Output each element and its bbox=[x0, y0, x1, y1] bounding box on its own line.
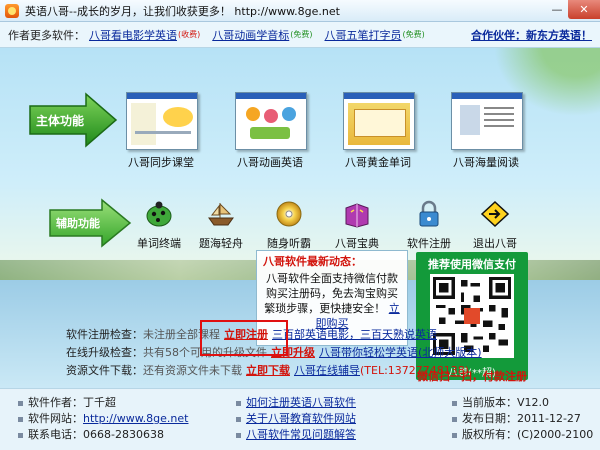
movie-promo-link[interactable]: 三百部英语电影，三百天熟说英语 bbox=[272, 328, 437, 341]
phone-number: 0668-2830638 bbox=[83, 428, 164, 441]
tool-label: 软件注册 bbox=[407, 237, 451, 250]
author-label: 软件作者： bbox=[28, 396, 83, 409]
boat-icon bbox=[208, 203, 234, 226]
thumb-sync-class[interactable] bbox=[126, 92, 198, 150]
faq-link[interactable]: 八哥软件常见问题解答 bbox=[246, 428, 356, 441]
wechat-scan-text: 微信扫一扫，付款注册 bbox=[417, 370, 527, 383]
main-panel: 主体功能 八哥同步课堂 八哥动画英语 八哥黄金单词 八哥海量阅读 辅助功能 单词… bbox=[0, 48, 600, 388]
date-label: 发布日期： bbox=[462, 412, 517, 425]
tool-label: 退出八哥 bbox=[473, 237, 517, 250]
bnu-edition-link[interactable]: 八哥带你轻松学英语(北师大版本) bbox=[319, 346, 482, 359]
footer: 软件作者：丁千超 软件网站：http://www.8ge.net 联系电话：06… bbox=[0, 388, 600, 450]
resource-check-label: 资源文件下载： bbox=[66, 364, 143, 377]
tool-walkman[interactable]: 随身听霸 bbox=[254, 200, 324, 251]
register-check-label: 软件注册检查： bbox=[66, 328, 143, 341]
footer-contact: 软件作者：丁千超 软件网站：http://www.8ge.net 联系电话：06… bbox=[18, 395, 188, 443]
window-title: 英语八哥--成长的岁月，让我们收获更多！ http://www.8ge.net bbox=[25, 4, 340, 18]
download-now-link[interactable]: 立即下载 bbox=[246, 364, 290, 377]
thumb-golden-words[interactable] bbox=[343, 92, 415, 150]
date-value: 2011-12-27 bbox=[517, 412, 581, 425]
thumb-mass-reading[interactable] bbox=[451, 92, 523, 150]
exit-icon bbox=[480, 200, 510, 228]
tool-label: 题海轻舟 bbox=[199, 237, 243, 250]
label-mass-reading[interactable]: 八哥海量阅读 bbox=[431, 154, 541, 170]
partner-link[interactable]: 合作伙伴：新东方英语！ bbox=[471, 27, 592, 43]
tool-label: 单词终端 bbox=[137, 237, 181, 250]
resource-check-value: 还有资源文件未下载 bbox=[143, 364, 242, 377]
aux-arrow-label: 辅助功能 bbox=[56, 216, 100, 230]
aux-function-arrow-icon: 辅助功能 bbox=[49, 198, 132, 248]
thumb-animated-english[interactable] bbox=[235, 92, 307, 150]
version-value: V12.0 bbox=[517, 396, 550, 409]
tool-label: 八哥宝典 bbox=[335, 237, 379, 250]
wechat-heading: 推荐使用微信支付 bbox=[428, 258, 516, 271]
phone-label: 联系电话： bbox=[28, 428, 83, 441]
author-bar: 作者更多软件： 八哥看电影学英语 (收费) 八哥动画学音标 (免费) 八哥五笔打… bbox=[0, 22, 600, 48]
tool-register[interactable]: 软件注册 bbox=[394, 200, 464, 251]
version-label: 当前版本： bbox=[462, 396, 517, 409]
title-bar: 英语八哥--成长的岁月，让我们收获更多！ http://www.8ge.net … bbox=[0, 0, 600, 22]
link-phonetics[interactable]: 八哥动画学音标 bbox=[212, 27, 289, 43]
main-arrow-label: 主体功能 bbox=[36, 113, 84, 128]
app-icon bbox=[5, 3, 19, 18]
tool-label: 随身听霸 bbox=[267, 237, 311, 250]
news-heading: 八哥软件最新动态： bbox=[263, 255, 362, 268]
online-tutor-link[interactable]: 八哥在线辅导 bbox=[294, 364, 360, 377]
wechat-pay-panel: 推荐使用微信支付 八哥(**超) bbox=[416, 252, 528, 380]
tag-free: (免费) bbox=[290, 30, 313, 39]
about-site-link[interactable]: 关于八哥教育软件网站 bbox=[246, 412, 356, 425]
label-sync-class[interactable]: 八哥同步课堂 bbox=[106, 154, 216, 170]
footer-version: 当前版本：V12.0 发布日期：2011-12-27 版权所有：(C)2000-… bbox=[452, 395, 593, 443]
author-name: 丁千超 bbox=[83, 396, 116, 409]
copyright-label: 版权所有： bbox=[462, 428, 517, 441]
ladybug-icon bbox=[146, 201, 172, 227]
link-movie-english[interactable]: 八哥看电影学英语 bbox=[89, 27, 177, 43]
label-animated-english[interactable]: 八哥动画英语 bbox=[215, 154, 325, 170]
minimize-button[interactable]: — bbox=[546, 0, 568, 19]
website-link[interactable]: http://www.8ge.net bbox=[83, 412, 188, 425]
tool-treasure-book[interactable]: 八哥宝典 bbox=[322, 200, 392, 251]
site-label: 软件网站： bbox=[28, 412, 83, 425]
lock-icon bbox=[419, 200, 439, 227]
upgrade-check-label: 在线升级检查： bbox=[66, 346, 143, 359]
link-wubi[interactable]: 八哥五笔打字员 bbox=[325, 27, 402, 43]
tool-exit[interactable]: 退出八哥 bbox=[460, 200, 530, 251]
author-more-label: 作者更多软件： bbox=[8, 28, 85, 42]
tag-free: (免费) bbox=[402, 30, 425, 39]
tag-paid: (收费) bbox=[178, 30, 201, 39]
main-function-arrow-icon: 主体功能 bbox=[29, 92, 118, 148]
cd-icon bbox=[276, 201, 302, 227]
how-to-register-link[interactable]: 如何注册英语八哥软件 bbox=[246, 396, 356, 409]
tool-word-terminal[interactable]: 单词终端 bbox=[124, 200, 194, 251]
resource-check-row: 资源文件下载：还有资源文件未下载 立即下载 八哥在线辅导(TEL:137277481… bbox=[66, 362, 469, 378]
footer-links: 如何注册英语八哥软件 关于八哥教育软件网站 八哥软件常见问题解答 bbox=[236, 395, 356, 443]
tool-question-boat[interactable]: 题海轻舟 bbox=[186, 200, 256, 251]
highlight-box bbox=[200, 320, 288, 356]
close-button[interactable]: ✕ bbox=[568, 0, 600, 19]
book-icon bbox=[345, 203, 369, 228]
copyright-value: (C)2000-2100 bbox=[517, 428, 594, 441]
news-body: 八哥软件全面支持微信付款购买注册码，免去淘宝购买繁琐步骤，更快捷安全！ bbox=[264, 272, 398, 315]
label-golden-words[interactable]: 八哥黄金单词 bbox=[323, 154, 433, 170]
